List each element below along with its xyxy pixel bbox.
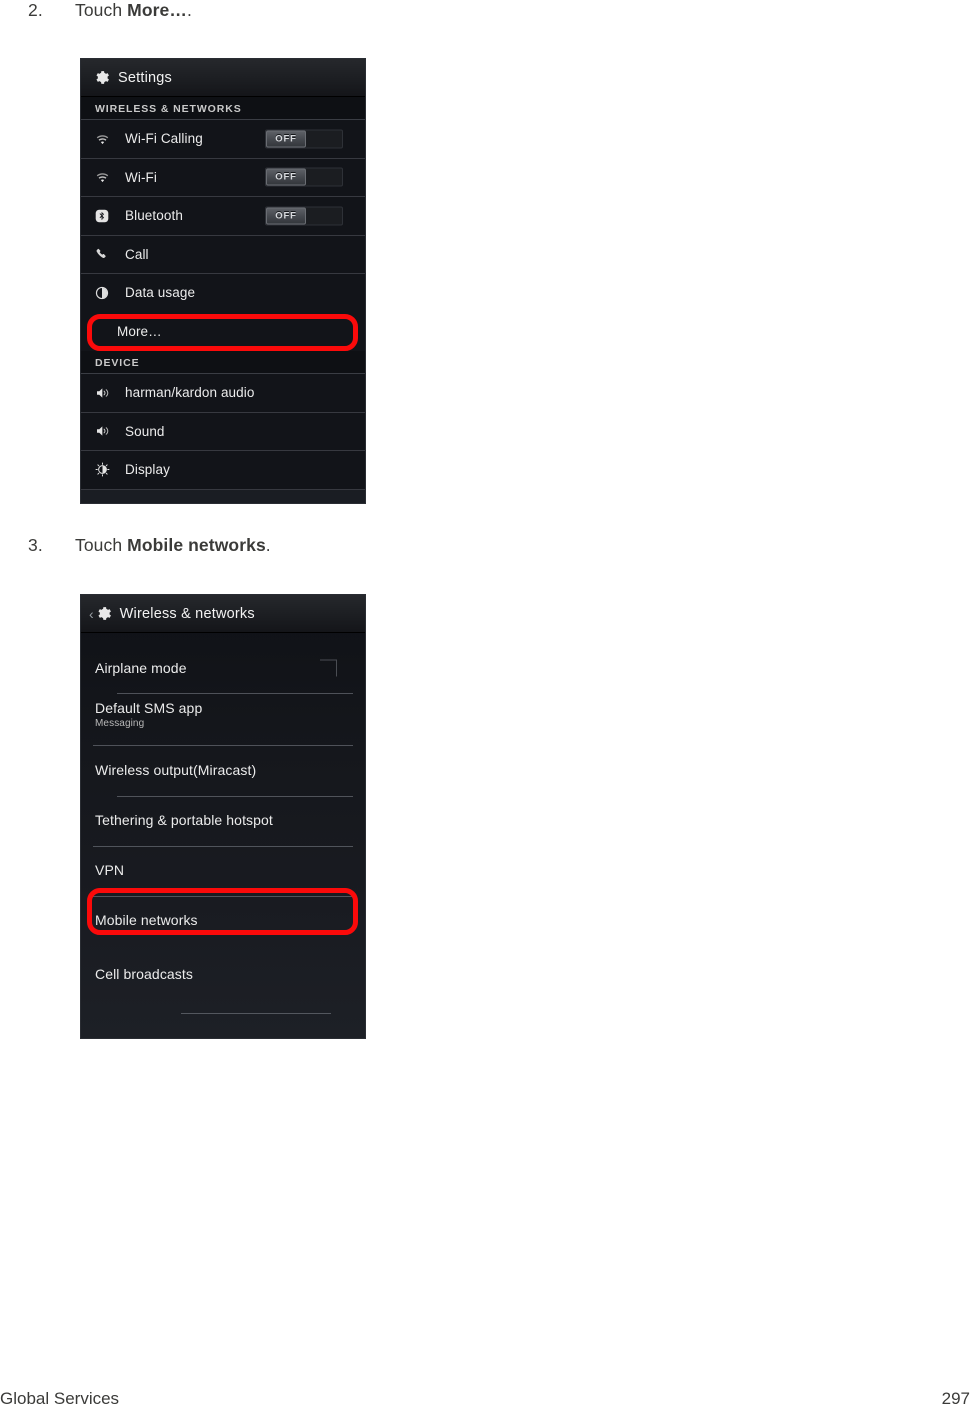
wireless-screen-body: ‹ Wireless & networks Airplane mode Defa… xyxy=(81,595,365,1038)
wireless-row-cell-broadcasts[interactable]: Cell broadcasts xyxy=(81,949,365,999)
settings-row-label: Wi-Fi xyxy=(125,169,157,185)
footer-label: Global Services xyxy=(0,1389,120,1408)
settings-row-sound[interactable]: Sound xyxy=(81,413,365,451)
wireless-row-label: Wireless output(Miracast) xyxy=(95,762,257,778)
settings-row-label: Sound xyxy=(125,423,165,439)
bluetooth-icon xyxy=(95,207,117,225)
settings-screen-body: Settings WIRELESS & NETWORKS Wi-Fi Calli… xyxy=(81,59,365,503)
wireless-row-stack: Default SMS app Messaging xyxy=(95,700,202,729)
wireless-row-label: VPN xyxy=(95,862,125,878)
step-3: 3. Touch Mobile networks. xyxy=(28,535,271,556)
wifi-calling-toggle[interactable]: OFF xyxy=(265,129,343,149)
page-footer: Global Services 297 xyxy=(0,1376,973,1416)
wireless-title: Wireless & networks xyxy=(119,605,255,622)
phone-icon xyxy=(95,245,117,263)
wifi-toggle[interactable]: OFF xyxy=(265,167,343,187)
step-2: 2. Touch More…. xyxy=(28,0,192,21)
settings-row-wifi[interactable]: Wi-Fi OFF xyxy=(81,159,365,197)
toggle-knob-label: OFF xyxy=(266,207,306,225)
brightness-icon xyxy=(95,461,117,479)
wireless-row-label: Default SMS app xyxy=(95,700,203,716)
wifi-icon xyxy=(95,130,117,148)
step-3-text: Touch Mobile networks. xyxy=(75,535,271,556)
settings-list: WIRELESS & NETWORKS Wi-Fi Calling OFF Wi… xyxy=(81,97,365,490)
step-3-prefix: Touch xyxy=(75,535,128,555)
settings-row-label: Wi-Fi Calling xyxy=(125,131,203,147)
wireless-row-label: Airplane mode xyxy=(95,660,187,676)
wireless-row-vpn[interactable]: VPN xyxy=(81,845,365,895)
settings-title: Settings xyxy=(118,69,172,86)
step-2-prefix: Touch xyxy=(75,0,128,20)
settings-row-label: Data usage xyxy=(125,285,196,301)
wifi-icon xyxy=(95,168,117,186)
row-divider xyxy=(181,1013,331,1014)
section-header-wireless-networks: WIRELESS & NETWORKS xyxy=(81,97,365,120)
settings-row-call[interactable]: Call xyxy=(81,236,365,274)
wireless-row-tethering-portable-hotspot[interactable]: Tethering & portable hotspot xyxy=(81,795,365,845)
gear-icon xyxy=(93,69,110,86)
step-2-suffix: . xyxy=(186,0,192,20)
step-2-text: Touch More…. xyxy=(75,0,192,21)
wireless-actionbar: ‹ Wireless & networks xyxy=(81,595,365,633)
wireless-row-sublabel: Messaging xyxy=(95,718,145,729)
speaker-icon xyxy=(95,422,117,440)
settings-row-label: harman/kardon audio xyxy=(125,385,255,401)
back-chevron-icon[interactable]: ‹ xyxy=(89,607,94,621)
wireless-row-label: Mobile networks xyxy=(95,912,198,928)
section-header-device: DEVICE xyxy=(81,351,365,374)
settings-row-label: Display xyxy=(125,462,170,478)
settings-row-display[interactable]: Display xyxy=(81,451,365,490)
airplane-mode-checkbox[interactable] xyxy=(320,659,337,677)
toggle-knob-label: OFF xyxy=(266,130,306,148)
step-2-bold: More… xyxy=(127,0,187,20)
wireless-row-mobile-networks[interactable]: Mobile networks xyxy=(81,895,365,945)
settings-row-data-usage[interactable]: Data usage xyxy=(81,274,365,313)
toggle-knob-label: OFF xyxy=(266,168,306,186)
page-number: 297 xyxy=(941,1389,970,1408)
settings-row-label: Bluetooth xyxy=(125,208,183,224)
settings-actionbar: Settings xyxy=(81,59,365,97)
settings-row-label: More… xyxy=(117,323,162,339)
gear-icon xyxy=(95,605,112,622)
wireless-row-label: Tethering & portable hotspot xyxy=(95,812,273,828)
step-3-number: 3. xyxy=(28,535,43,555)
settings-row-more[interactable]: More… xyxy=(81,313,365,352)
wireless-list: Airplane mode Default SMS app Messaging … xyxy=(81,633,365,1014)
settings-screenshot: Settings WIRELESS & NETWORKS Wi-Fi Calli… xyxy=(80,58,366,504)
step-2-number: 2. xyxy=(28,0,43,20)
step-3-suffix: . xyxy=(265,535,271,555)
bluetooth-toggle[interactable]: OFF xyxy=(265,206,343,226)
step-3-bold: Mobile networks xyxy=(127,535,266,555)
wireless-row-label: Cell broadcasts xyxy=(95,966,193,982)
speaker-icon xyxy=(95,384,117,402)
wireless-row-wireless-output-miracast[interactable]: Wireless output(Miracast) xyxy=(81,745,365,795)
wireless-networks-screenshot: ‹ Wireless & networks Airplane mode Defa… xyxy=(80,594,366,1039)
settings-row-label: Call xyxy=(125,246,149,262)
wireless-row-default-sms-app[interactable]: Default SMS app Messaging xyxy=(81,693,365,745)
settings-row-harman-kardon-audio[interactable]: harman/kardon audio xyxy=(81,374,365,413)
settings-row-bluetooth[interactable]: Bluetooth OFF xyxy=(81,197,365,236)
settings-row-wifi-calling[interactable]: Wi-Fi Calling OFF xyxy=(81,120,365,159)
data-usage-icon xyxy=(95,284,117,302)
wireless-row-airplane-mode[interactable]: Airplane mode xyxy=(81,643,365,693)
